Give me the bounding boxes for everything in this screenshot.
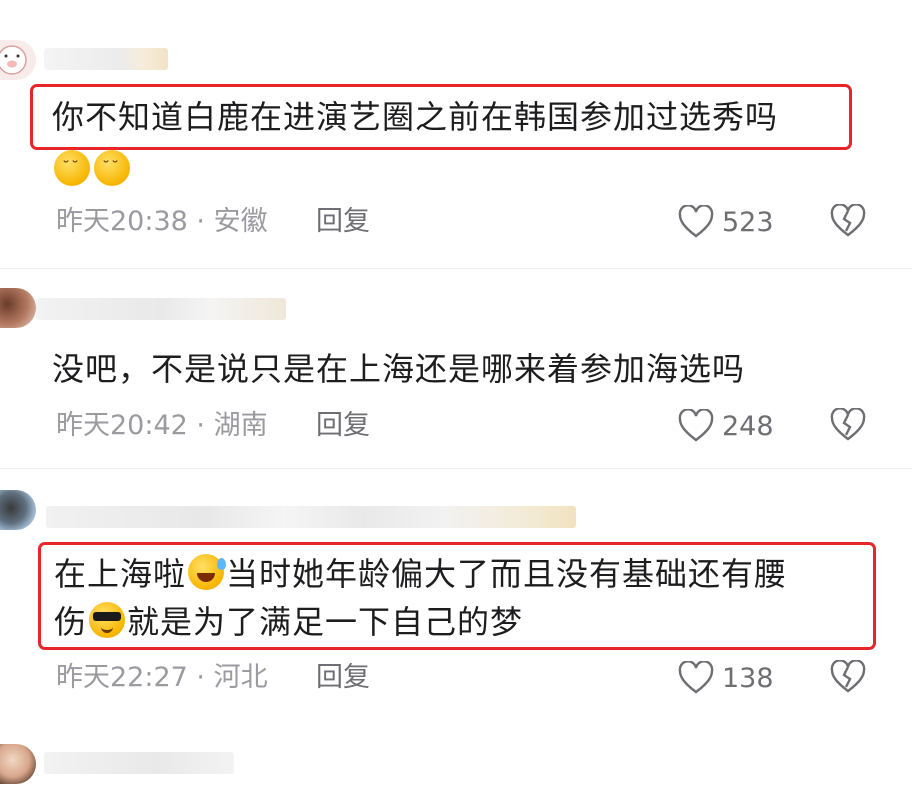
comment-1: 你不知道白鹿在进演艺圈之前在韩国参加过选秀吗 ˘˘ ˘˘ 昨天20:38 · 安徽… xyxy=(0,0,912,270)
comment-text-line-2: 伤 就是为了满足一下自己的梦 xyxy=(54,602,523,641)
comment-text-part: 就是为了满足一下自己的梦 xyxy=(127,603,524,641)
comment-3: 在上海啦 当时她年龄偏大了而且没有基础还有腰 伤 就是为了满足一下自己的梦 昨天22… xyxy=(0,470,912,730)
divider xyxy=(0,268,912,269)
comment-text-part: 在上海啦 xyxy=(54,555,187,593)
username-blurred[interactable] xyxy=(44,48,168,70)
heart-icon xyxy=(678,661,714,694)
location: 安徽 xyxy=(213,206,268,237)
separator: · xyxy=(196,662,205,693)
comment-text-line-1: 在上海啦 当时她年龄偏大了而且没有基础还有腰 xyxy=(54,554,787,593)
reply-button[interactable]: 回复 xyxy=(316,206,370,238)
dislike-button[interactable] xyxy=(830,203,866,240)
username-blurred[interactable] xyxy=(44,752,234,774)
like-count: 138 xyxy=(722,662,774,694)
username-blurred[interactable] xyxy=(46,506,576,528)
comment-2: 没吧，不是说只是在上海还是哪来着参加海选吗 昨天20:42 · 湖南 回复 24… xyxy=(0,270,912,470)
sunglasses-face-emoji xyxy=(89,602,126,638)
comment-meta: 昨天20:42 · 湖南 xyxy=(56,410,268,442)
like-button[interactable]: 523 xyxy=(678,204,774,240)
avatar[interactable] xyxy=(0,288,36,328)
sleepy-face-emoji: ˘˘ xyxy=(54,150,90,186)
divider xyxy=(0,468,912,469)
avatar[interactable] xyxy=(0,40,36,80)
dislike-button[interactable] xyxy=(830,659,866,696)
reply-button[interactable]: 回复 xyxy=(316,662,370,694)
comment-text: 没吧，不是说只是在上海还是哪来着参加海选吗 xyxy=(52,350,746,388)
like-count: 523 xyxy=(722,206,774,238)
username-blurred[interactable] xyxy=(36,298,286,320)
pig-avatar-icon xyxy=(0,45,27,75)
like-button[interactable]: 138 xyxy=(678,660,774,696)
location: 河北 xyxy=(213,662,268,693)
avatar[interactable] xyxy=(0,744,36,784)
like-count: 248 xyxy=(722,410,774,442)
heart-icon xyxy=(678,409,714,442)
broken-heart-icon xyxy=(830,203,866,237)
emoji-row: ˘˘ ˘˘ xyxy=(52,150,132,189)
like-button[interactable]: 248 xyxy=(678,408,774,444)
avatar[interactable] xyxy=(0,490,36,530)
rolling-laugh-face-emoji xyxy=(188,554,227,590)
separator: · xyxy=(196,410,205,441)
comment-meta: 昨天22:27 · 河北 xyxy=(56,662,268,694)
comment-text: 你不知道白鹿在进演艺圈之前在韩国参加过选秀吗 xyxy=(52,98,779,136)
location: 湖南 xyxy=(213,410,268,441)
timestamp: 昨天20:42 xyxy=(56,410,188,441)
comment-text-part: 伤 xyxy=(54,603,88,641)
comment-4-partial xyxy=(0,730,912,806)
separator: · xyxy=(196,206,205,237)
dislike-button[interactable] xyxy=(830,407,866,444)
comment-meta: 昨天20:38 · 安徽 xyxy=(56,206,268,238)
broken-heart-icon xyxy=(830,407,866,441)
timestamp: 昨天22:27 xyxy=(56,662,188,693)
heart-icon xyxy=(678,205,714,238)
comment-text-part: 当时她年龄偏大了而且没有基础还有腰 xyxy=(226,555,788,593)
timestamp: 昨天20:38 xyxy=(56,206,188,237)
broken-heart-icon xyxy=(830,659,866,693)
sleepy-face-emoji: ˘˘ xyxy=(94,150,130,186)
reply-button[interactable]: 回复 xyxy=(316,410,370,442)
